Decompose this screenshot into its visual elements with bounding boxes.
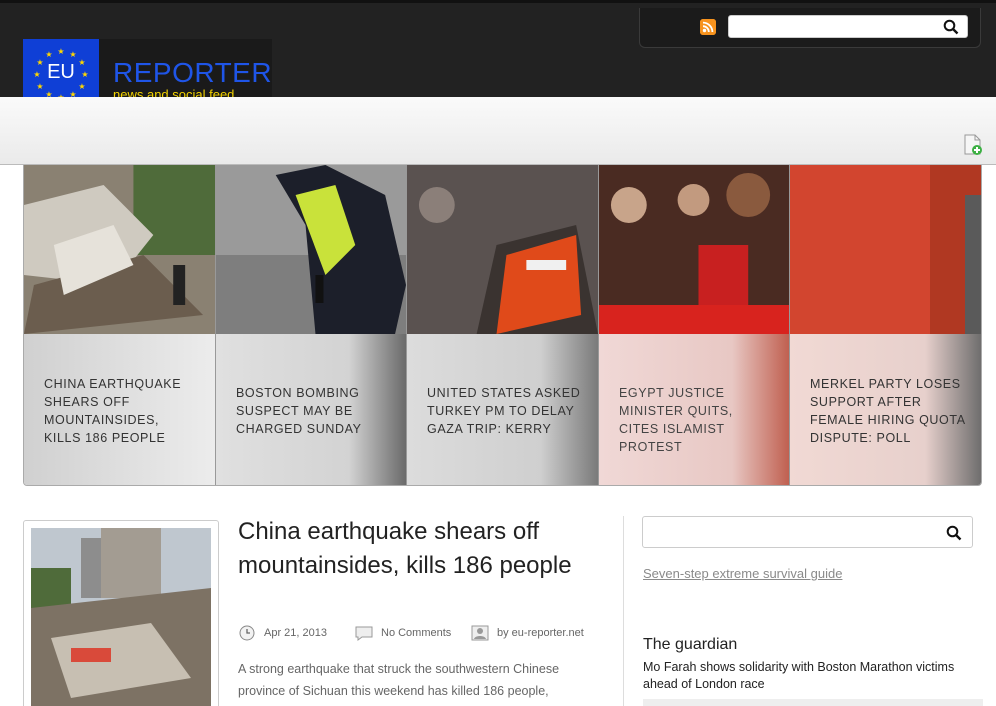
clock-icon	[239, 625, 255, 641]
slide-photo	[216, 165, 406, 334]
article-excerpt: A strong earthquake that struck the sout…	[238, 662, 560, 698]
sidebar-search-input[interactable]	[642, 516, 973, 548]
sub-navigation-bar	[0, 97, 996, 165]
slide-4[interactable]: EGYPT JUSTICE MINISTER QUITS, CITES ISLA…	[599, 165, 790, 485]
slide-caption[interactable]: EGYPT JUSTICE MINISTER QUITS, CITES ISLA…	[619, 384, 773, 456]
search-icon[interactable]	[943, 19, 959, 35]
slide-1[interactable]: CHINA EARTHQUAKE SHEARS OFF MOUNTAINSIDE…	[24, 165, 216, 485]
article-photo	[31, 528, 211, 706]
date-text: Apr 21, 2013	[264, 627, 327, 639]
slide-caption[interactable]: CHINA EARTHQUAKE SHEARS OFF MOUNTAINSIDE…	[44, 375, 199, 447]
add-page-icon[interactable]	[963, 134, 983, 156]
search-icon[interactable]	[946, 525, 962, 541]
svg-text:★: ★	[45, 50, 52, 59]
article-thumbnail[interactable]	[23, 520, 219, 706]
comment-icon	[355, 626, 373, 641]
svg-text:★: ★	[57, 47, 64, 56]
slide-photo	[599, 165, 789, 334]
article-date: Apr 21, 2013	[238, 625, 348, 645]
guardian-headline[interactable]: Mo Farah shows solidarity with Boston Ma…	[643, 659, 983, 693]
article-title[interactable]: China earthquake shears off mountainside…	[238, 515, 608, 583]
guardian-widget-title: The guardian	[643, 636, 738, 653]
sidebar-list-strip	[643, 699, 983, 706]
slide-caption[interactable]: UNITED STATES ASKED TURKEY PM TO DELAY G…	[427, 384, 582, 438]
slide-photo	[407, 165, 598, 334]
svg-text:★: ★	[69, 50, 76, 59]
header-tools	[639, 8, 981, 48]
slide-5[interactable]: MERKEL PARTY LOSES SUPPORT AFTER FEMALE …	[790, 165, 981, 485]
survival-guide-link[interactable]: Seven-step extreme survival guide	[643, 566, 842, 581]
author-text: by eu-reporter.net	[497, 627, 584, 639]
featured-slider: CHINA EARTHQUAKE SHEARS OFF MOUNTAINSIDE…	[23, 165, 982, 486]
slide-caption[interactable]: MERKEL PARTY LOSES SUPPORT AFTER FEMALE …	[810, 375, 967, 447]
article-comments[interactable]: No Comments	[355, 625, 465, 645]
flag-label: EU	[47, 61, 75, 83]
slide-photo	[790, 165, 981, 334]
logo-title: REPORTER	[113, 57, 273, 88]
header-search-input[interactable]	[728, 15, 968, 38]
rss-icon[interactable]	[700, 19, 716, 35]
slide-caption[interactable]: BOSTON BOMBING SUSPECT MAY BE CHARGED SU…	[236, 384, 390, 438]
article-author: by eu-reporter.net	[471, 625, 596, 645]
comments-link[interactable]: No Comments	[381, 625, 451, 641]
slide-2[interactable]: BOSTON BOMBING SUSPECT MAY BE CHARGED SU…	[216, 165, 407, 485]
slide-photo	[24, 165, 215, 334]
column-divider	[623, 516, 624, 706]
slide-3[interactable]: UNITED STATES ASKED TURKEY PM TO DELAY G…	[407, 165, 599, 485]
user-icon	[471, 625, 489, 641]
